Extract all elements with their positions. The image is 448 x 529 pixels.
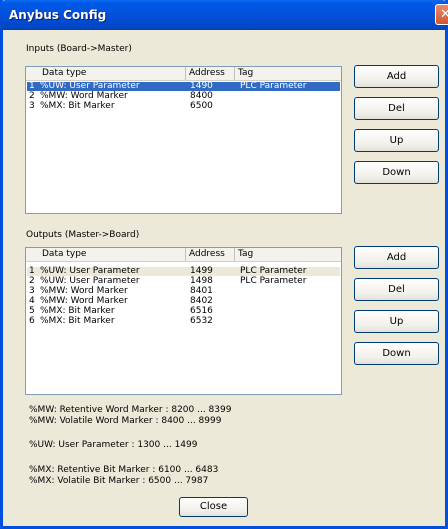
row-number: 6 <box>29 316 35 326</box>
row-tag: PLC Parameter <box>240 81 307 91</box>
row-address: 6516 <box>190 306 213 316</box>
row-address: 6532 <box>190 316 213 326</box>
inputs-del-button[interactable]: Del <box>354 97 439 120</box>
row-number: 2 <box>29 276 35 286</box>
row-number: 3 <box>29 286 35 296</box>
row-data-type: %MW: Word Marker <box>40 286 128 296</box>
close-button[interactable]: Close <box>179 497 248 517</box>
outputs-row-6[interactable]: 6 %MX: Bit Marker 6532 <box>27 317 340 326</box>
outputs-del-button[interactable]: Del <box>354 278 439 301</box>
inputs-down-button[interactable]: Down <box>354 161 439 184</box>
window-title: Anybus Config <box>9 8 107 22</box>
inputs-up-button[interactable]: Up <box>354 129 439 152</box>
row-tag: PLC Parameter <box>240 276 307 286</box>
row-number: 1 <box>29 266 35 276</box>
outputs-list-header: Data type Address Tag <box>26 248 341 262</box>
outputs-add-button[interactable]: Add <box>354 246 439 269</box>
row-address: 6500 <box>190 101 213 111</box>
row-number: 5 <box>29 306 35 316</box>
inputs-add-button[interactable]: Add <box>354 65 439 88</box>
column-header-data-type[interactable]: Data type <box>26 67 186 80</box>
row-data-type: %MX: Bit Marker <box>40 306 115 316</box>
outputs-row-5[interactable]: 5 %MX: Bit Marker 6516 <box>27 307 340 316</box>
info-uw-user-parameter: %UW: User Parameter : 1300 ... 1499 <box>29 440 198 450</box>
outputs-row-1[interactable]: 1 %UW: User Parameter 1499 PLC Parameter <box>27 267 340 276</box>
inputs-section-label: Inputs (Board->Master) <box>26 44 132 54</box>
row-data-type: %MX: Bit Marker <box>40 316 115 326</box>
row-address: 1498 <box>190 276 213 286</box>
column-header-address[interactable]: Address <box>186 67 235 80</box>
outputs-row-3[interactable]: 3 %MW: Word Marker 8401 <box>27 287 340 296</box>
row-address: 1499 <box>190 266 213 276</box>
info-mx-volatile: %MX: Volatile Bit Marker : 6500 ... 7987 <box>29 476 209 486</box>
outputs-down-button[interactable]: Down <box>354 342 439 365</box>
row-data-type: %UW: User Parameter <box>40 266 140 276</box>
inputs-row-2[interactable]: 2 %MW: Word Marker 8400 <box>27 92 340 101</box>
inputs-row-3[interactable]: 3 %MX: Bit Marker 6500 <box>27 102 340 111</box>
inputs-row-1[interactable]: 1 %UW: User Parameter 1490 PLC Parameter <box>27 82 340 91</box>
outputs-listview[interactable]: Data type Address Tag 1 %UW: User Parame… <box>25 247 342 395</box>
inputs-listview[interactable]: Data type Address Tag 1 %UW: User Parame… <box>25 66 342 214</box>
column-header-tag[interactable]: Tag <box>235 248 341 261</box>
anybus-config-window: Anybus Config ✕ Inputs (Board->Master) D… <box>0 0 448 529</box>
row-data-type: %UW: User Parameter <box>40 276 140 286</box>
row-tag: PLC Parameter <box>240 266 307 276</box>
row-data-type: %UW: User Parameter <box>40 81 140 91</box>
close-window-icon[interactable]: ✕ <box>435 4 448 25</box>
column-header-data-type[interactable]: Data type <box>26 248 186 261</box>
outputs-row-2[interactable]: 2 %UW: User Parameter 1498 PLC Parameter <box>27 277 340 286</box>
info-mw-volatile: %MW: Volatile Word Marker : 8400 ... 899… <box>29 416 222 426</box>
row-data-type: %MX: Bit Marker <box>40 101 115 111</box>
row-address: 8402 <box>190 296 213 306</box>
row-data-type: %MW: Word Marker <box>40 296 128 306</box>
info-mx-retentive: %MX: Retentive Bit Marker : 6100 ... 648… <box>29 465 219 475</box>
row-number: 2 <box>29 91 35 101</box>
row-address: 8400 <box>190 91 213 101</box>
info-mw-retentive: %MW: Retentive Word Marker : 8200 ... 83… <box>29 405 232 415</box>
row-address: 1490 <box>190 81 213 91</box>
row-number: 1 <box>29 81 35 91</box>
outputs-row-4[interactable]: 4 %MW: Word Marker 8402 <box>27 297 340 306</box>
outputs-up-button[interactable]: Up <box>354 310 439 333</box>
outputs-section-label: Outputs (Master->Board) <box>26 230 140 240</box>
column-header-address[interactable]: Address <box>186 248 235 261</box>
column-header-tag[interactable]: Tag <box>235 67 341 80</box>
inputs-list-header: Data type Address Tag <box>26 67 341 81</box>
row-number: 3 <box>29 101 35 111</box>
row-number: 4 <box>29 296 35 306</box>
row-data-type: %MW: Word Marker <box>40 91 128 101</box>
row-address: 8401 <box>190 286 213 296</box>
title-bar: Anybus Config ✕ <box>0 0 448 30</box>
